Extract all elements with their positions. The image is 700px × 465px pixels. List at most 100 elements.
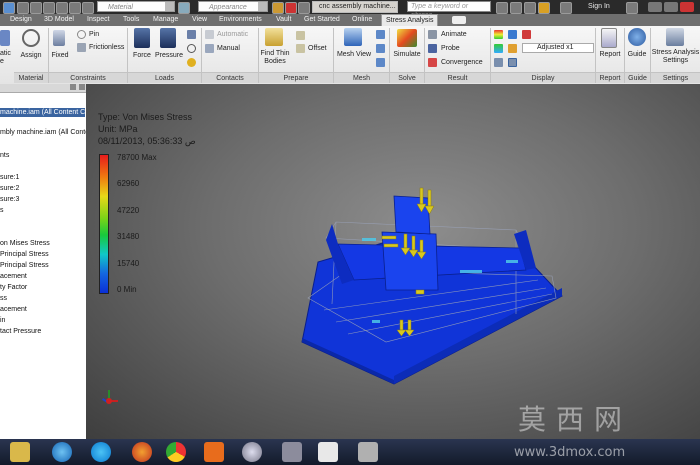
fixed-constraint-icon[interactable] [53, 30, 65, 46]
automatic-contacts-icon[interactable] [205, 30, 214, 39]
automatic-button[interactable]: Automatic [217, 30, 248, 39]
report-icon[interactable] [601, 28, 617, 48]
tree-item[interactable]: sure:2 [0, 184, 19, 193]
pressure-button[interactable]: Pressure [153, 52, 185, 60]
tab-online[interactable]: Online [352, 14, 372, 26]
disc-icon[interactable] [242, 442, 262, 462]
tree-item[interactable]: ss [0, 294, 7, 303]
redo-icon[interactable] [69, 2, 81, 14]
pin-icon[interactable] [77, 30, 86, 39]
pressure-icon[interactable] [160, 28, 176, 48]
appearance-dropdown[interactable]: Appearance [198, 1, 268, 12]
displacement-scale-select[interactable]: Adjusted x1 [522, 43, 594, 53]
manual-contacts-icon[interactable] [205, 44, 214, 53]
tree-item[interactable]: Principal Stress [0, 250, 49, 259]
probe-button[interactable]: Probe [441, 44, 460, 53]
search-input[interactable]: Type a keyword or phrase [407, 1, 491, 19]
settings-icon[interactable] [666, 28, 684, 46]
tab-environments[interactable]: Environments [219, 14, 262, 26]
sign-in-link[interactable]: Sign In [588, 0, 610, 14]
force-icon[interactable] [134, 28, 150, 48]
new-icon[interactable] [17, 2, 29, 14]
file-explorer-icon[interactable] [10, 442, 30, 462]
star-icon[interactable] [538, 2, 550, 14]
open-icon[interactable] [30, 2, 42, 14]
assign-material-icon[interactable] [22, 29, 40, 47]
tab-design[interactable]: Design [10, 14, 32, 26]
static-analysis-icon[interactable] [0, 30, 10, 46]
color-bar-icon[interactable] [494, 30, 503, 39]
material-dropdown[interactable]: Material [97, 1, 175, 12]
cnc-model-render[interactable] [86, 84, 700, 439]
probe-icon[interactable] [428, 44, 437, 53]
tree-item[interactable]: sure:3 [0, 195, 19, 204]
tree-item[interactable]: nts [0, 151, 9, 160]
clear-override-icon[interactable] [272, 2, 284, 14]
boundary-conditions-icon[interactable] [494, 44, 503, 53]
mesh-view-icon[interactable] [344, 28, 362, 46]
tab-3d-model[interactable]: 3D Model [44, 14, 74, 26]
media-player-icon[interactable] [204, 442, 224, 462]
graphics-viewport[interactable]: Type: Von Mises Stress Unit: MPa 08/11/2… [86, 84, 700, 439]
tab-manage[interactable]: Manage [153, 14, 178, 26]
tab-inspect[interactable]: Inspect [87, 14, 110, 26]
animate-icon[interactable] [428, 30, 437, 39]
mesh-settings-icon[interactable] [376, 30, 385, 39]
chrome-icon[interactable] [166, 442, 186, 462]
app-icon[interactable] [358, 442, 378, 462]
panel-toggle-icon[interactable] [452, 16, 466, 24]
skype-icon[interactable] [91, 442, 111, 462]
tree-item[interactable]: tact Pressure [0, 327, 41, 336]
tree-item[interactable]: sure:1 [0, 173, 19, 182]
fixed-button[interactable]: Fixed [48, 52, 72, 60]
browser-menu-icon[interactable] [70, 84, 76, 90]
gravity-icon[interactable] [187, 58, 196, 67]
tree-item[interactable]: in [0, 316, 5, 325]
manual-button[interactable]: Manual [217, 44, 240, 53]
firefox-icon[interactable] [132, 442, 152, 462]
restore-button[interactable] [664, 2, 678, 12]
midsurface-icon[interactable] [296, 31, 305, 40]
browser-close-icon[interactable] [79, 84, 85, 90]
tab-view[interactable]: View [192, 14, 207, 26]
convergence-button[interactable]: Convergence [441, 58, 483, 67]
probe-labels-icon[interactable] [508, 44, 517, 53]
guide-icon[interactable] [628, 28, 646, 46]
save-icon[interactable] [43, 2, 55, 14]
undo-icon[interactable] [56, 2, 68, 14]
convergence-settings-icon[interactable] [376, 58, 385, 67]
scale-icon[interactable] [508, 58, 517, 67]
offset-icon[interactable] [296, 44, 305, 53]
mesh-view-button[interactable]: Mesh View [335, 51, 373, 59]
internet-explorer-icon[interactable] [52, 442, 72, 462]
guide-button[interactable]: Guide [624, 51, 650, 59]
app-menu-icon[interactable] [3, 2, 15, 14]
mesh-display-icon[interactable] [494, 58, 503, 67]
communication-icon[interactable] [524, 2, 536, 14]
tree-item[interactable]: s [0, 206, 4, 215]
pin-button[interactable]: Pin [89, 30, 99, 39]
minimize-button[interactable] [648, 2, 662, 12]
animate-button[interactable]: Animate [441, 30, 467, 39]
select-icon[interactable] [82, 2, 94, 14]
tab-stress-analysis[interactable]: Stress Analysis [381, 14, 439, 26]
stress-analysis-settings-button[interactable]: Stress Analysis Settings [651, 49, 700, 65]
app-icon[interactable] [282, 442, 302, 462]
frictionless-button[interactable]: Frictionless [89, 43, 124, 52]
adjust-icon[interactable] [285, 2, 297, 14]
force-button[interactable]: Force [130, 52, 154, 60]
tree-item[interactable]: Principal Stress [0, 261, 49, 270]
find-thin-bodies-icon[interactable] [265, 28, 283, 46]
bearing-load-icon[interactable] [187, 30, 196, 39]
tab-vault[interactable]: Vault [276, 14, 291, 26]
tree-item[interactable]: ty Factor [0, 283, 27, 292]
search-icon[interactable] [496, 2, 508, 14]
tab-tools[interactable]: Tools [123, 14, 139, 26]
help-icon[interactable] [626, 2, 638, 14]
smooth-shading-icon[interactable] [508, 30, 517, 39]
subscription-icon[interactable] [510, 2, 522, 14]
assign-button[interactable]: Assign [16, 52, 46, 60]
local-mesh-icon[interactable] [376, 44, 385, 53]
tree-item[interactable]: on Mises Stress [0, 239, 50, 248]
tree-item[interactable]: acement [0, 305, 27, 314]
